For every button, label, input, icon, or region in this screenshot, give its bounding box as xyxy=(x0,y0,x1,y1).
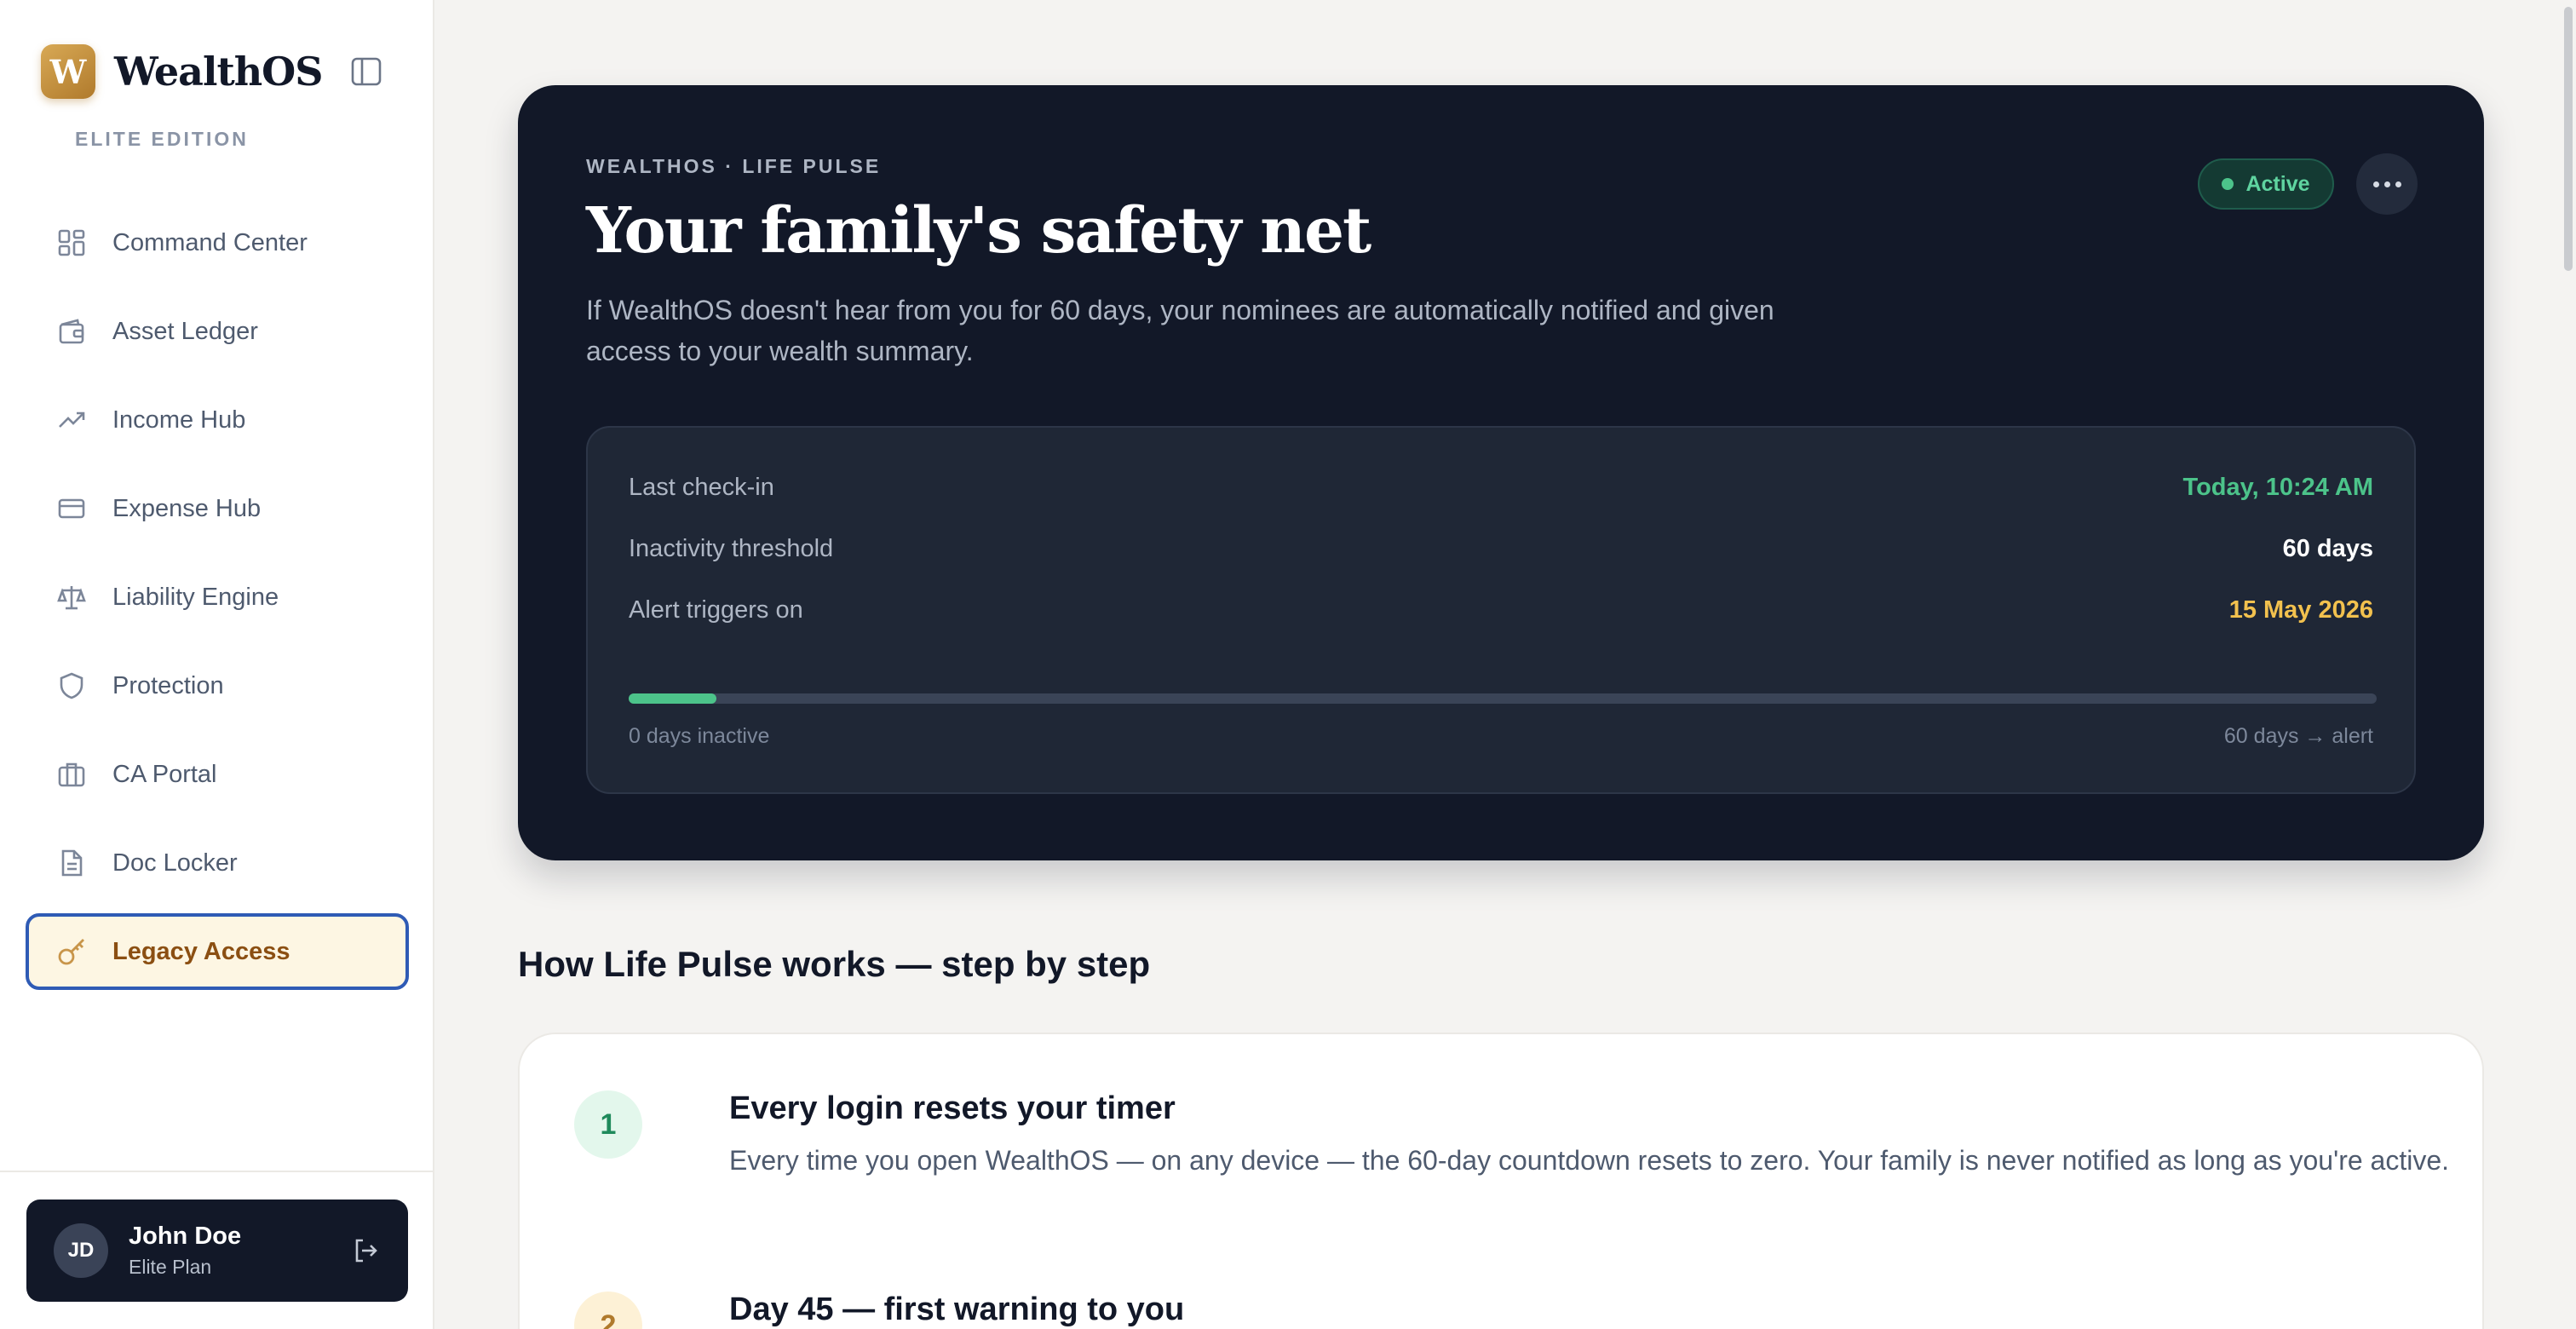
status-label: Active xyxy=(2245,171,2310,196)
document-icon xyxy=(55,846,89,880)
user-card[interactable]: JD John Doe Elite Plan xyxy=(26,1200,408,1302)
stat-label: Last check-in xyxy=(629,473,774,501)
progress-start-label: 0 days inactive xyxy=(629,724,770,748)
step-number: 1 xyxy=(574,1090,642,1159)
status-dot-icon xyxy=(2222,178,2234,190)
sidebar-item-label: Command Center xyxy=(112,228,308,256)
page-title: Your family's safety net xyxy=(586,194,1371,268)
briefcase-icon xyxy=(55,757,89,791)
grid-icon xyxy=(55,226,89,260)
status-badge: Active xyxy=(2198,158,2334,210)
step-description: Every time you open WealthOS — on any de… xyxy=(729,1145,2450,1176)
avatar: JD xyxy=(54,1223,108,1278)
brand-name: WealthOS xyxy=(114,49,323,95)
shield-icon xyxy=(55,669,89,703)
sidebar-item-legacy-access[interactable]: Legacy Access xyxy=(26,913,409,990)
sidebar-item-protection[interactable]: Protection xyxy=(26,647,409,724)
stat-value: 60 days xyxy=(2282,534,2373,562)
brand[interactable]: W WealthOS xyxy=(41,44,323,99)
step-title: Day 45 — first warning to you xyxy=(729,1292,1185,1327)
dot xyxy=(2395,181,2401,187)
sidebar-item-label: Income Hub xyxy=(112,406,246,434)
scale-icon xyxy=(55,580,89,614)
trending-up-icon xyxy=(55,403,89,437)
inactivity-progress-bar xyxy=(629,693,2377,704)
logout-icon[interactable] xyxy=(348,1234,382,1268)
stat-value: 15 May 2026 xyxy=(2228,595,2373,624)
life-pulse-hero-card: WEALTHOS · LIFE PULSE Your family's safe… xyxy=(518,85,2484,860)
sidebar-toggle-icon[interactable] xyxy=(348,55,385,89)
sidebar-item-label: Doc Locker xyxy=(112,849,238,877)
eyebrow: WEALTHOS · LIFE PULSE xyxy=(586,155,882,177)
pulse-stats-panel: Last check-in Today, 10:24 AM Inactivity… xyxy=(586,426,2416,794)
user-plan: Elite Plan xyxy=(129,1256,212,1278)
sidebar: W WealthOS ELITE EDITION Command Center … xyxy=(0,0,434,1329)
credit-card-icon xyxy=(55,492,89,526)
hero-subtitle: If WealthOS doesn't hear from you for 60… xyxy=(586,295,1774,366)
sidebar-nav: Command Center Asset Ledger Income Hub E… xyxy=(26,204,409,1002)
section-title: How Life Pulse works — step by step xyxy=(518,944,1151,984)
sidebar-item-command-center[interactable]: Command Center xyxy=(26,204,409,281)
user-name: John Doe xyxy=(129,1223,242,1250)
sidebar-item-label: CA Portal xyxy=(112,760,217,788)
scrollbar[interactable] xyxy=(2559,0,2576,1329)
progress-fill xyxy=(629,693,716,704)
stat-row-threshold: Inactivity threshold 60 days xyxy=(629,532,2373,566)
sidebar-item-expense-hub[interactable]: Expense Hub xyxy=(26,470,409,547)
sidebar-item-asset-ledger[interactable]: Asset Ledger xyxy=(26,293,409,370)
dot xyxy=(2372,181,2379,187)
sidebar-item-label: Legacy Access xyxy=(112,937,290,965)
step-title: Every login resets your timer xyxy=(729,1090,1176,1126)
sidebar-item-doc-locker[interactable]: Doc Locker xyxy=(26,825,409,901)
stat-value: Today, 10:24 AM xyxy=(2182,473,2373,501)
key-icon xyxy=(55,935,89,969)
stat-label: Alert triggers on xyxy=(629,595,803,624)
sidebar-divider xyxy=(0,1171,433,1172)
sidebar-item-label: Liability Engine xyxy=(112,583,279,611)
sidebar-item-label: Protection xyxy=(112,671,224,699)
wallet-icon xyxy=(55,314,89,348)
scrollbar-thumb[interactable] xyxy=(2564,7,2573,271)
stat-row-alert-date: Alert triggers on 15 May 2026 xyxy=(629,593,2373,627)
stat-label: Inactivity threshold xyxy=(629,534,834,562)
more-options-button[interactable] xyxy=(2356,153,2418,215)
sidebar-item-label: Expense Hub xyxy=(112,494,262,522)
sidebar-item-liability-engine[interactable]: Liability Engine xyxy=(26,559,409,636)
sidebar-item-ca-portal[interactable]: CA Portal xyxy=(26,736,409,813)
edition-label: ELITE EDITION xyxy=(75,128,249,150)
steps-card: 1 Every login resets your timer Every ti… xyxy=(518,1033,2484,1329)
step-number: 2 xyxy=(574,1292,642,1329)
stat-row-last-checkin: Last check-in Today, 10:24 AM xyxy=(629,470,2373,504)
brand-logo: W xyxy=(41,44,95,99)
progress-end-label: 60 days → alert xyxy=(2223,724,2373,748)
sidebar-item-income-hub[interactable]: Income Hub xyxy=(26,382,409,458)
dot xyxy=(2383,181,2390,187)
sidebar-item-label: Asset Ledger xyxy=(112,317,258,345)
